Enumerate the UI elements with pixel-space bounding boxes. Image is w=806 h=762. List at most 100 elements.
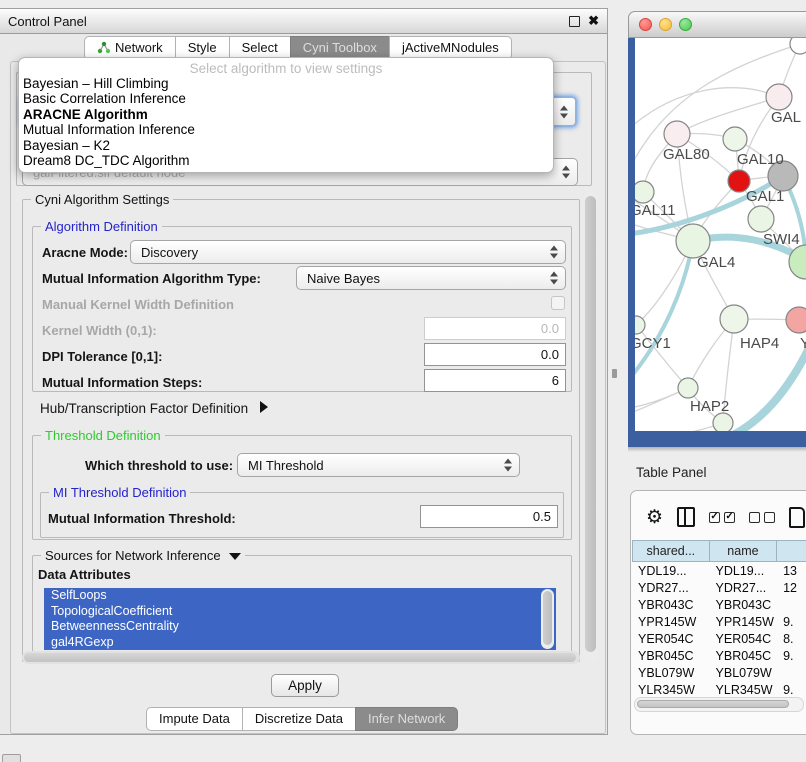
aracne-mode-combobox[interactable]: Discovery — [130, 240, 566, 264]
node-hap2[interactable] — [678, 378, 698, 398]
mi-steps-field[interactable]: 6 — [424, 369, 566, 392]
node-outline-top[interactable] — [790, 38, 806, 54]
table-header-row: shared...name — [632, 540, 806, 562]
apply-button[interactable]: Apply — [271, 674, 339, 697]
settings-hscrollbar[interactable] — [22, 651, 580, 664]
node-salmon-right[interactable] — [786, 307, 806, 333]
close-icon[interactable]: ✖ — [588, 16, 599, 26]
which-threshold-value: MI Threshold — [248, 458, 324, 473]
sources-legend[interactable]: Sources for Network Inference — [41, 548, 245, 563]
network-edge — [677, 97, 779, 134]
combo-stepper-icon — [504, 459, 513, 472]
bottom-tab-infer-network-label: Infer Network — [368, 711, 445, 726]
bottom-tab-discretize-data[interactable]: Discretize Data — [242, 707, 356, 731]
node-bottom[interactable] — [713, 413, 733, 431]
table-row[interactable]: YBR043CYBR043C — [632, 596, 806, 613]
which-threshold-combobox[interactable]: MI Threshold — [237, 453, 520, 477]
node-label-hap2: HAP2 — [690, 398, 729, 415]
tab-cyni-toolbox-label: Cyni Toolbox — [303, 40, 377, 55]
list-scrollbar[interactable] — [541, 589, 554, 649]
node-gal4[interactable] — [676, 224, 710, 258]
settings-vscrollbar[interactable] — [583, 192, 598, 662]
columns-icon[interactable] — [677, 507, 695, 527]
chevron-down-icon — [229, 553, 241, 560]
algorithm-option-mutual-information-inference[interactable]: Mutual Information Inference — [19, 122, 553, 137]
table-cell: YBL079W — [710, 664, 778, 681]
checked-boxes-icon[interactable]: ✓✓ — [709, 512, 735, 523]
table-cell: YPR145W — [632, 613, 710, 630]
node-label-gcy1: GCY1 — [635, 335, 671, 352]
manual-kernel-label: Manual Kernel Width Definition — [42, 297, 234, 312]
dpi-tolerance-field[interactable]: 0.0 — [424, 343, 566, 366]
node-swi4[interactable] — [748, 206, 774, 232]
table-cell: YBR045C — [710, 647, 778, 664]
node-hap4[interactable] — [720, 305, 748, 333]
network-icon — [97, 41, 110, 54]
algorithm-option-bayesian-k2[interactable]: Bayesian – K2 — [19, 138, 553, 153]
attribute-item-gal4rgexp[interactable]: gal4RGexp — [44, 635, 556, 651]
restore-icon[interactable] — [569, 16, 580, 27]
hub-definition-label: Hub/Transcription Factor Definition — [40, 401, 248, 416]
node-label-gal4: GAL4 — [697, 254, 735, 271]
document-icon[interactable] — [789, 507, 805, 528]
algorithm-dropdown-popup: Select algorithm to view settings Bayesi… — [18, 57, 554, 173]
hub-definition-toggle[interactable]: Hub/Transcription Factor Definition — [40, 401, 268, 416]
close-traffic-light-icon[interactable] — [639, 18, 652, 31]
manual-kernel-checkbox[interactable] — [551, 296, 565, 310]
table-row[interactable]: YBR045CYBR045C9. — [632, 647, 806, 664]
table-row[interactable]: YLR345WYLR345W9. — [632, 681, 806, 697]
column-header-col2[interactable] — [777, 540, 806, 562]
network-window-titlebar[interactable] — [628, 11, 806, 38]
node-gal80[interactable] — [664, 121, 690, 147]
node-label-y: Y — [800, 335, 806, 352]
table-cell: YDR27... — [632, 579, 710, 596]
attribute-item-betweennesscentrality[interactable]: BetweennessCentrality — [44, 619, 556, 635]
table-cell: YDL19... — [632, 562, 710, 579]
zoom-traffic-light-icon[interactable] — [679, 18, 692, 31]
gear-icon[interactable]: ⚙ — [646, 508, 663, 527]
node-label-gal: GAL — [771, 109, 801, 126]
network-edge — [635, 241, 693, 378]
kernel-width-field[interactable]: 0.0 — [424, 317, 566, 340]
column-header-name[interactable]: name — [710, 540, 778, 562]
table-row[interactable]: YER054CYER054C8. — [632, 630, 806, 647]
table-row[interactable]: YDL19...YDL19...13 — [632, 562, 806, 579]
node-gal11[interactable] — [635, 181, 654, 203]
minimize-traffic-light-icon[interactable] — [659, 18, 672, 31]
dpi-tolerance-label: DPI Tolerance [0,1]: — [42, 349, 162, 364]
table-cell — [777, 664, 806, 681]
bottom-tab-impute-data[interactable]: Impute Data — [146, 707, 243, 731]
table-cell: 9. — [777, 613, 806, 630]
node-label-hap4: HAP4 — [740, 335, 779, 352]
algorithm-option-basic-correlation-inference[interactable]: Basic Correlation Inference — [19, 91, 553, 106]
algorithm-definition-legend: Algorithm Definition — [41, 219, 162, 234]
table-hscrollbar[interactable] — [634, 697, 804, 712]
splitter-handle[interactable] — [612, 369, 617, 378]
algorithm-option-dream8-dc-tdc-algorithm[interactable]: Dream8 DC_TDC Algorithm — [19, 153, 553, 168]
table-cell: YBL079W — [632, 664, 710, 681]
mi-type-combobox[interactable]: Naive Bayes — [296, 266, 566, 290]
bottom-tab-infer-network[interactable]: Infer Network — [355, 707, 458, 731]
network-canvas[interactable]: GALGAL80GAL10GAL1GAL11SWI4GAL4GCY1HAP4YH… — [635, 38, 806, 431]
algorithm-option-aracne-algorithm[interactable]: ARACNE Algorithm — [19, 107, 553, 122]
table-row[interactable]: YBL079WYBL079W — [632, 664, 806, 681]
tab-style-label: Style — [188, 40, 217, 55]
sources-legend-text: Sources for Network Inference — [45, 548, 221, 563]
data-attributes-list[interactable]: SelfLoopsTopologicalCoefficientBetweenne… — [44, 588, 556, 650]
network-edge — [635, 88, 779, 128]
node-gcy1[interactable] — [635, 316, 645, 334]
corner-button[interactable] — [2, 754, 21, 762]
table-panel-title: Table Panel — [636, 465, 707, 480]
attribute-item-selfloops[interactable]: SelfLoops — [44, 588, 556, 604]
algorithm-option-bayesian-hill-climbing[interactable]: Bayesian – Hill Climbing — [19, 76, 553, 91]
mi-threshold-field[interactable]: 0.5 — [420, 505, 558, 528]
node-gal10[interactable] — [723, 127, 747, 151]
attribute-item-topologicalcoefficient[interactable]: TopologicalCoefficient — [44, 604, 556, 620]
unchecked-boxes-icon[interactable] — [749, 512, 775, 523]
mi-type-label: Mutual Information Algorithm Type: — [42, 271, 261, 286]
table-row[interactable]: YDR27...YDR27...12 — [632, 579, 806, 596]
node-pink-top[interactable] — [766, 84, 792, 110]
network-window-frame — [628, 431, 806, 447]
table-row[interactable]: YPR145WYPR145W9. — [632, 613, 806, 630]
column-header-shared[interactable]: shared... — [632, 540, 710, 562]
